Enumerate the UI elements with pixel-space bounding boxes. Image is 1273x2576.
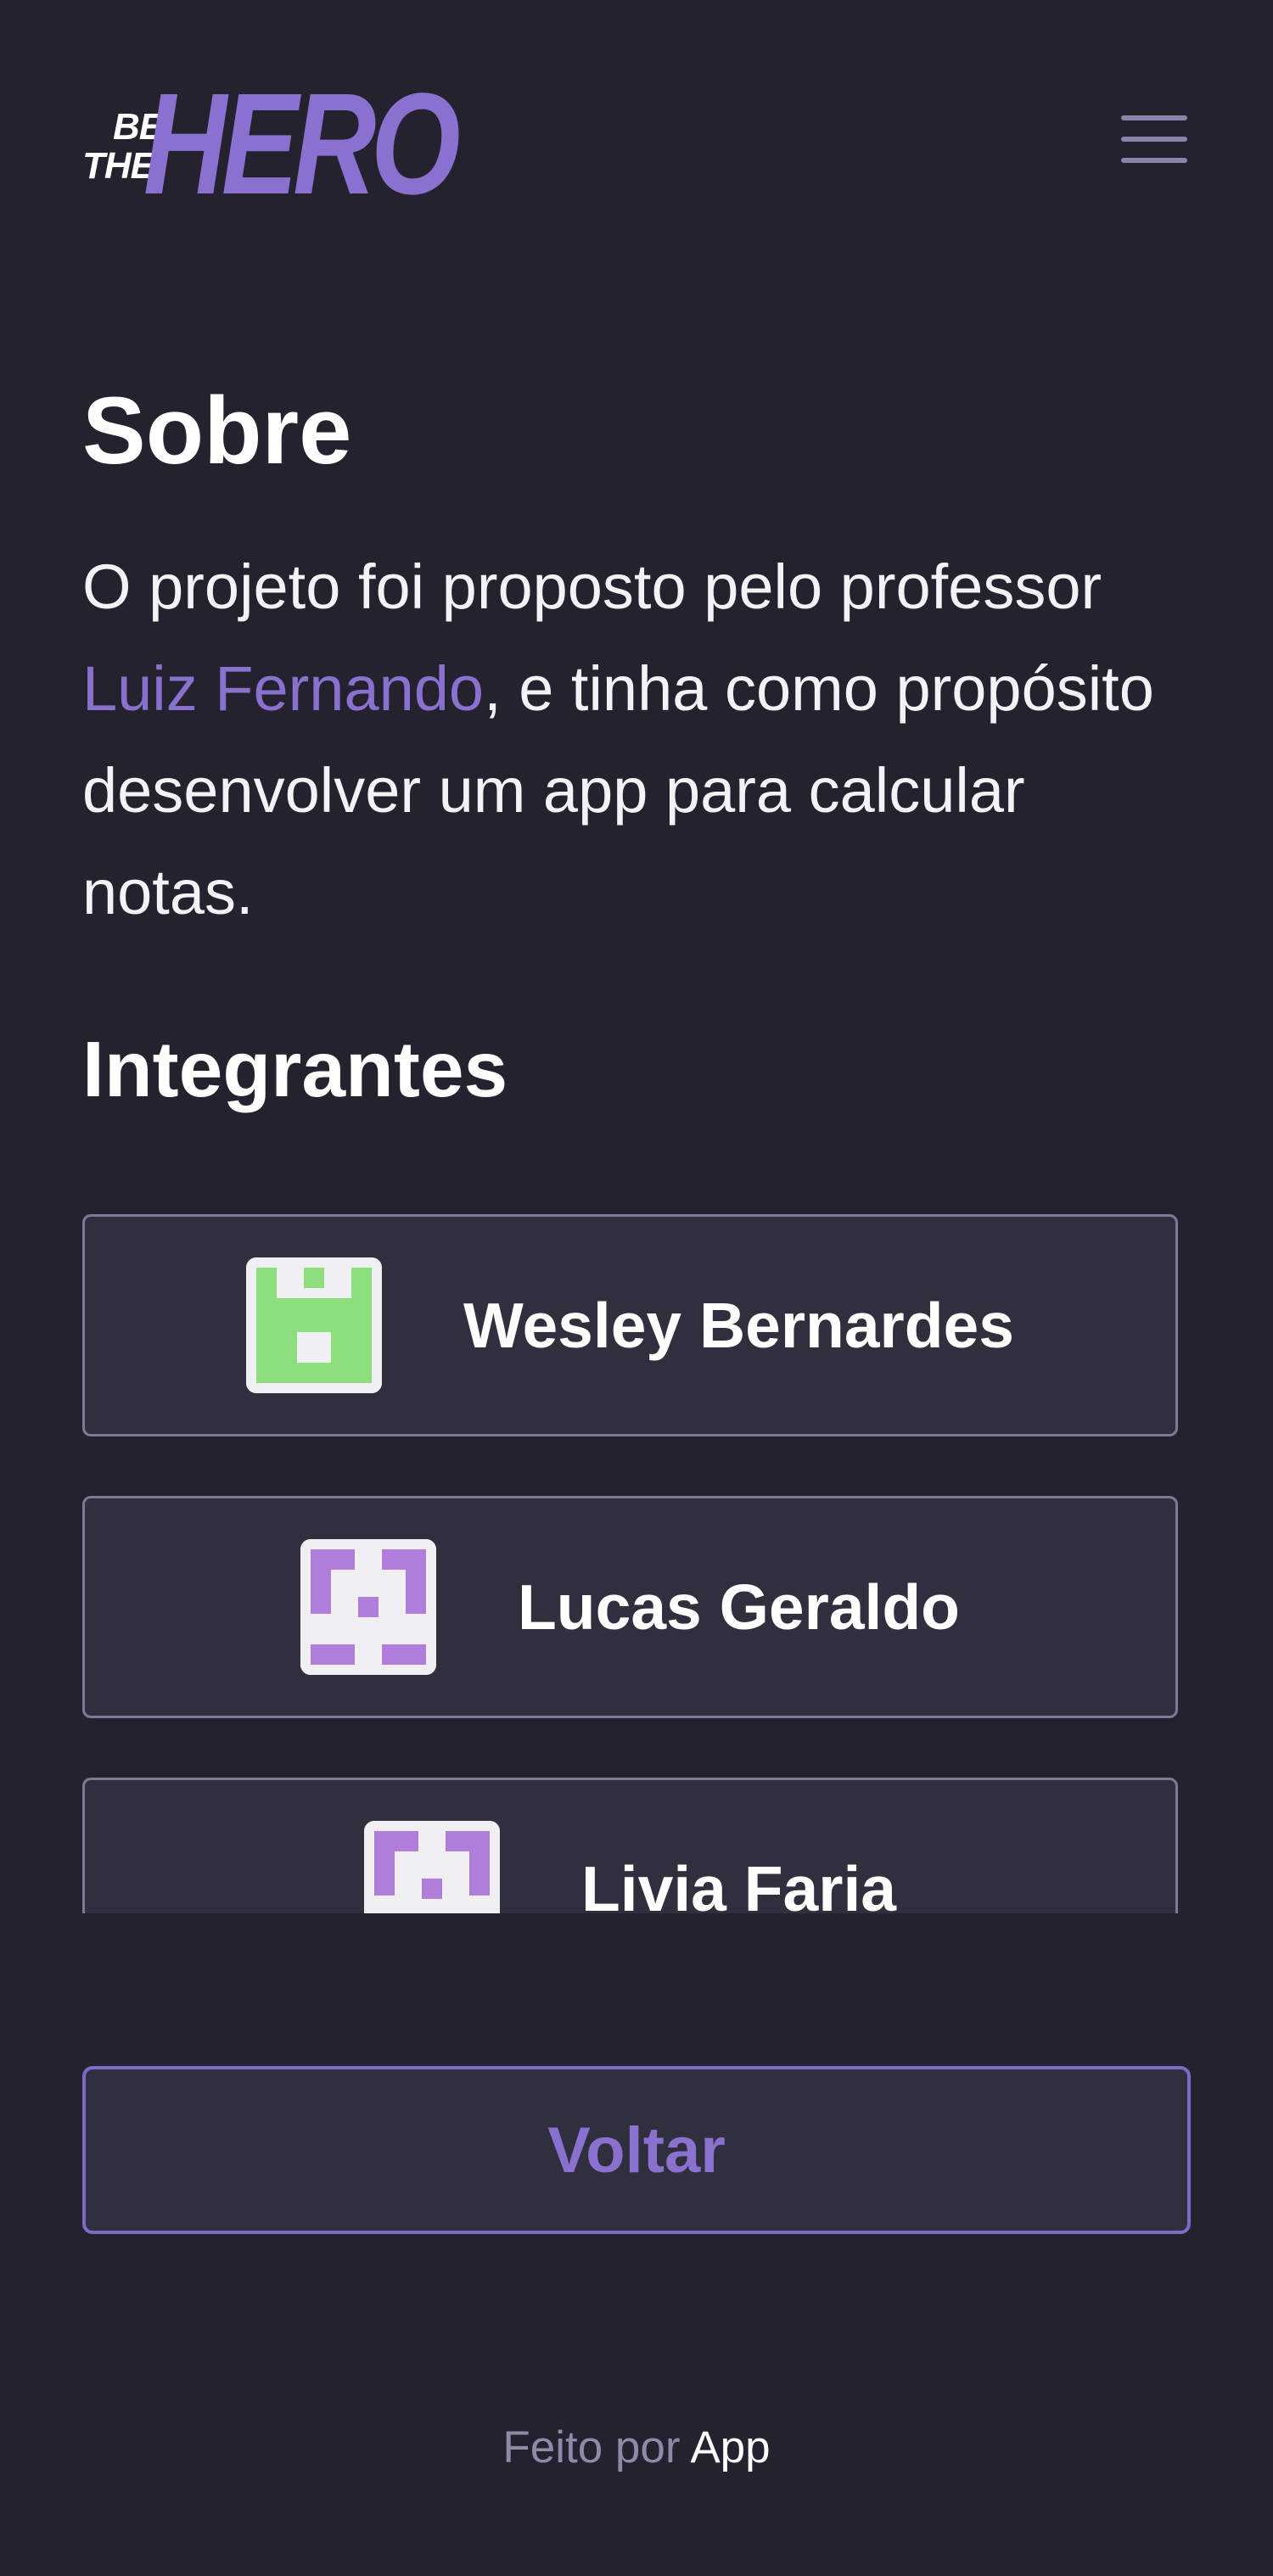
members-section-title: Integrantes bbox=[82, 1025, 508, 1113]
member-name: Wesley Bernardes bbox=[463, 1290, 1014, 1361]
logo-hero-text: HERO bbox=[143, 64, 461, 225]
green-identicon-icon bbox=[246, 1257, 383, 1393]
purple-identicon-icon bbox=[300, 1539, 436, 1675]
members-list[interactable]: Wesley Bernardes Lucas Geraldo Livia Far… bbox=[82, 1214, 1181, 1913]
be-the-hero-logo[interactable]: BE THE HERO bbox=[82, 72, 461, 220]
footer: Feito por App bbox=[0, 2418, 1273, 2478]
member-card-livia-faria[interactable]: Livia Faria bbox=[82, 1778, 1178, 1913]
purple-identicon-icon bbox=[363, 1821, 500, 1913]
page-title: Sobre bbox=[82, 378, 352, 484]
member-card-lucas-geraldo[interactable]: Lucas Geraldo bbox=[82, 1496, 1178, 1718]
menu-line-icon bbox=[1121, 115, 1187, 120]
menu-line-icon bbox=[1121, 158, 1187, 163]
purple-identicon-icon bbox=[363, 1821, 500, 1913]
footer-app-name: App bbox=[690, 2422, 771, 2472]
back-button[interactable]: Voltar bbox=[82, 2066, 1191, 2234]
description-text-before-link: O projeto foi proposto pelo professor bbox=[82, 552, 1102, 622]
member-card-wesley-bernardes[interactable]: Wesley Bernardes bbox=[82, 1214, 1178, 1436]
menu-line-icon bbox=[1121, 137, 1187, 142]
app-header: BE THE HERO bbox=[82, 72, 1191, 220]
professor-link[interactable]: Luiz Fernando bbox=[82, 653, 484, 724]
footer-prefix: Feito por bbox=[502, 2422, 691, 2472]
green-identicon-icon bbox=[246, 1257, 383, 1393]
purple-identicon-icon bbox=[300, 1539, 436, 1675]
member-name: Lucas Geraldo bbox=[517, 1571, 960, 1643]
member-name: Livia Faria bbox=[580, 1853, 896, 1913]
hamburger-menu-icon[interactable] bbox=[1119, 115, 1191, 170]
project-description: O projeto foi proposto pelo professor Lu… bbox=[82, 536, 1194, 944]
